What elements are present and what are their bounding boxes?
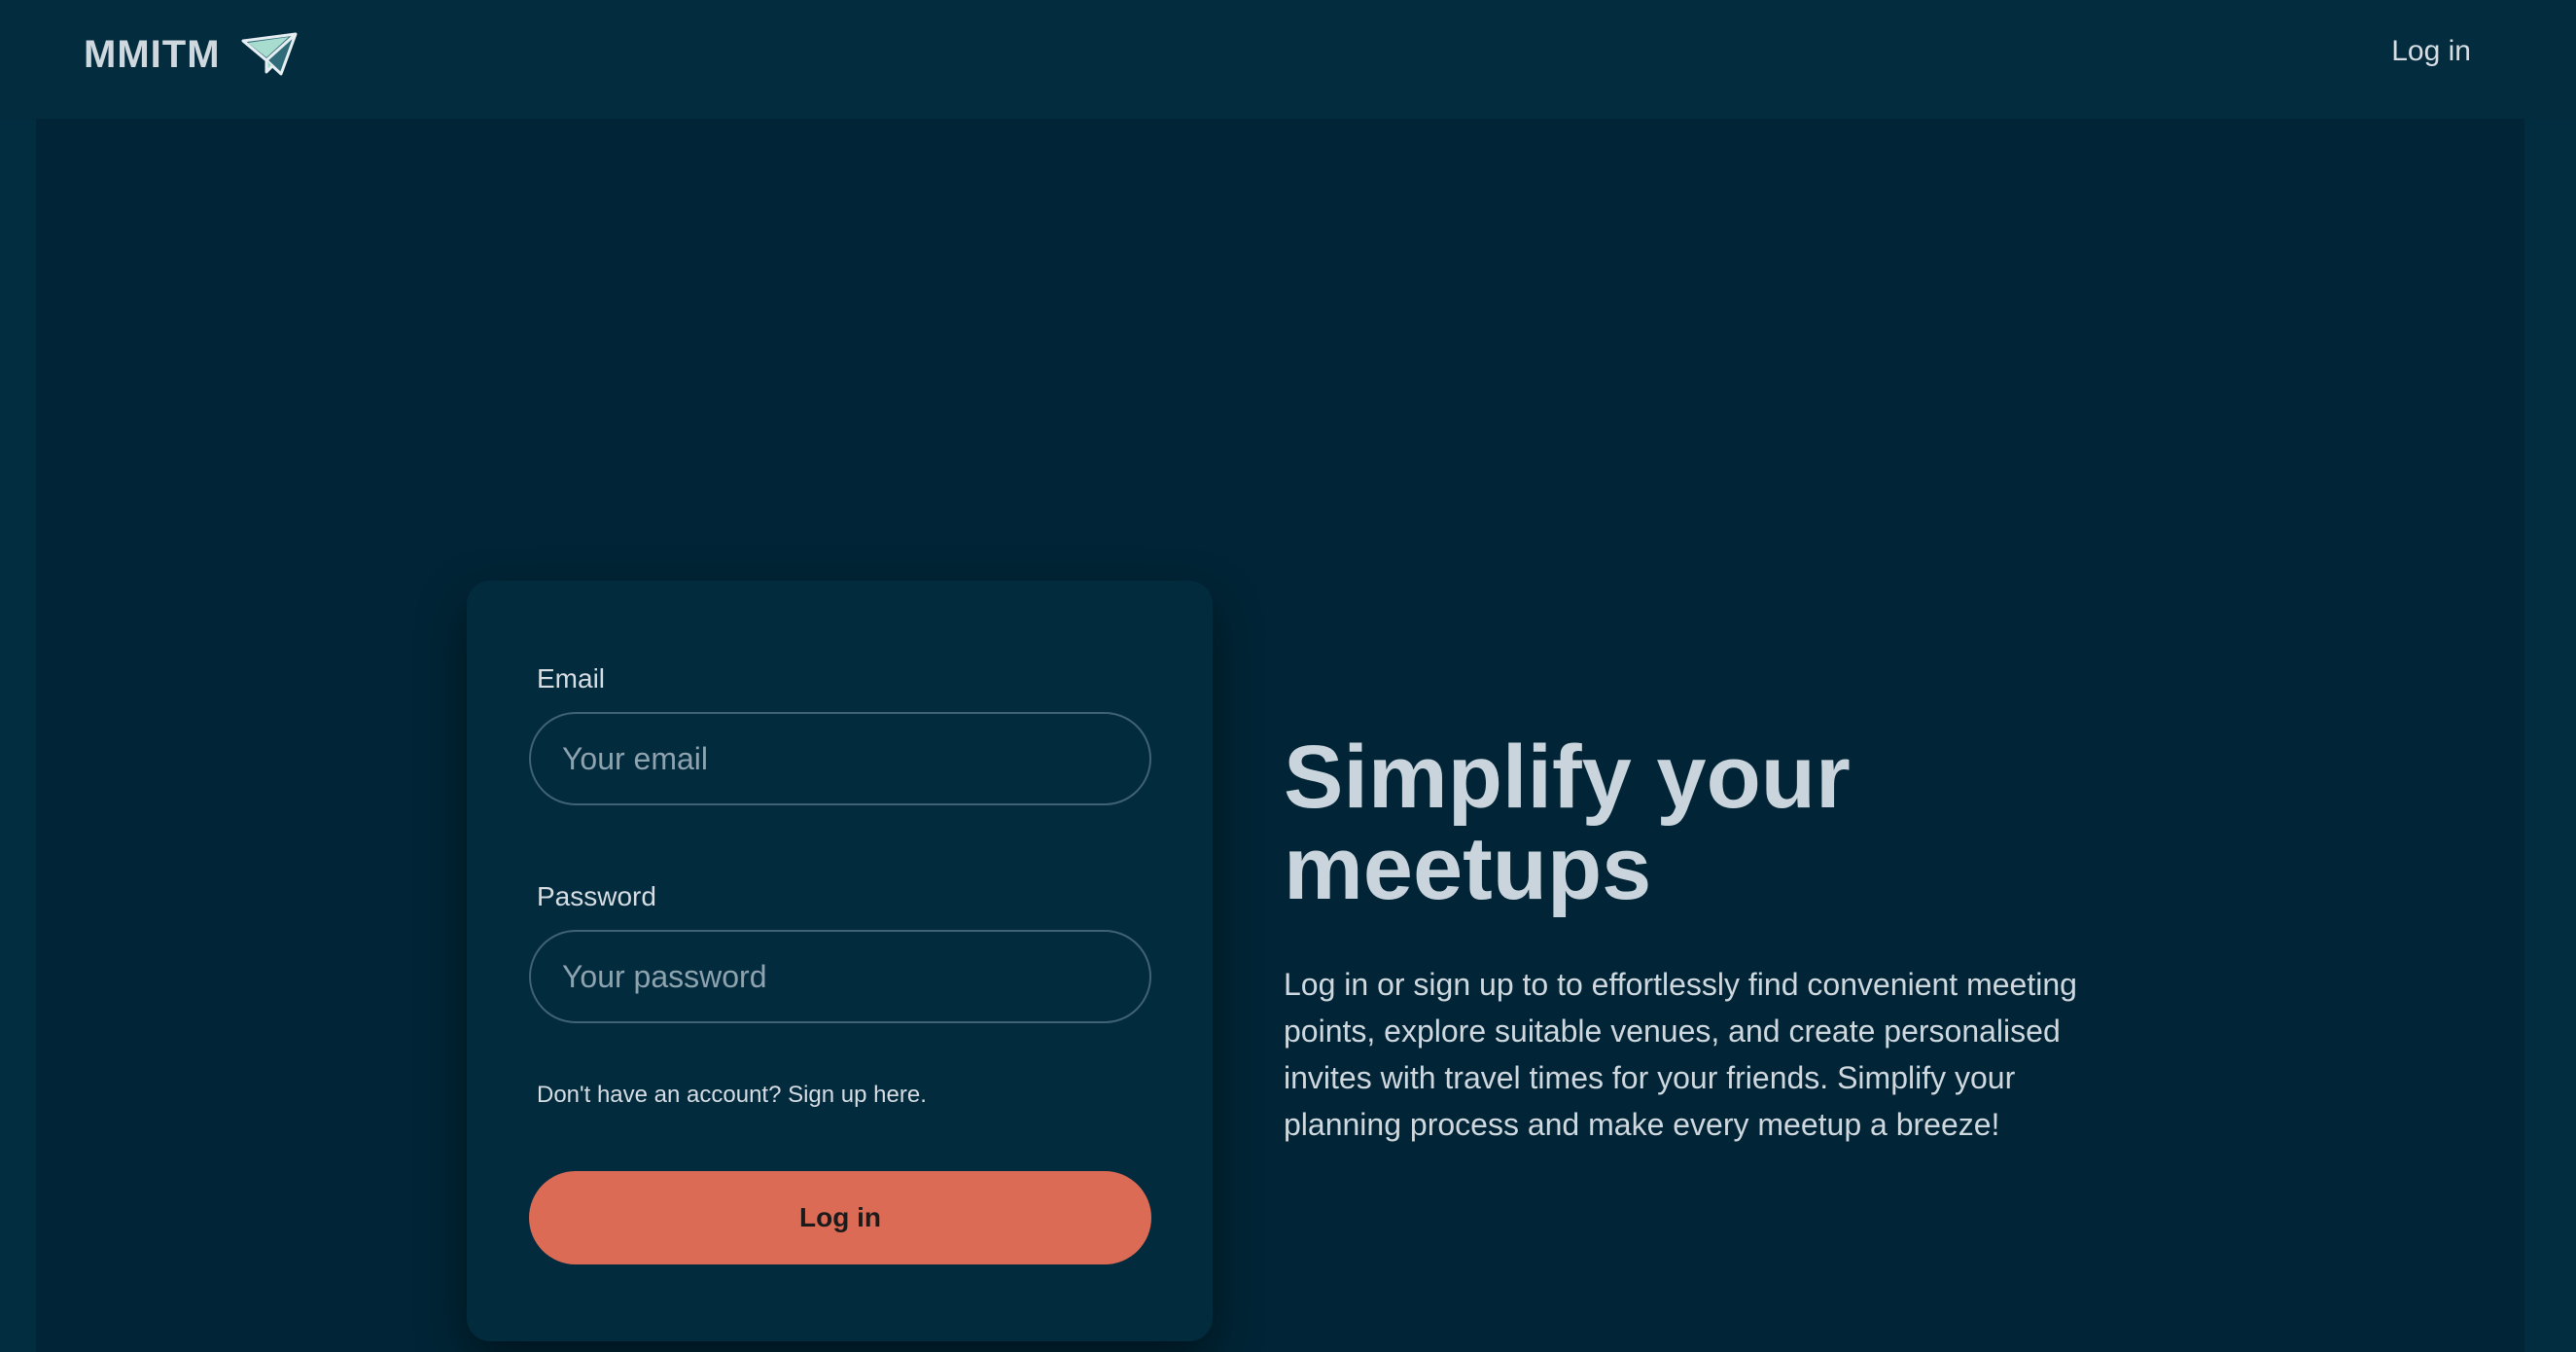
paper-plane-icon (241, 32, 298, 76)
hero-title: Simplify your meetups (1284, 728, 1851, 918)
login-button[interactable]: Log in (529, 1171, 1151, 1264)
email-field[interactable] (529, 712, 1151, 805)
navbar: MMITM Log in (0, 0, 2576, 119)
brand-name: MMITM (84, 32, 221, 76)
nav-login-link[interactable]: Log in (2391, 35, 2471, 68)
hero-description: Log in or sign up to to effortlessly fin… (1284, 967, 2077, 1142)
hero-section: Simplify your meetups Log in or sign up … (1284, 731, 2159, 1148)
main-content: Email Password Don't have an account? Si… (36, 119, 2524, 1352)
signup-link[interactable]: Don't have an account? Sign up here. (537, 1082, 927, 1109)
login-card: Email Password Don't have an account? Si… (467, 581, 1213, 1341)
brand-logo[interactable]: MMITM (84, 29, 299, 80)
password-field[interactable] (529, 930, 1151, 1023)
password-label: Password (537, 881, 656, 911)
email-label: Email (537, 663, 606, 694)
